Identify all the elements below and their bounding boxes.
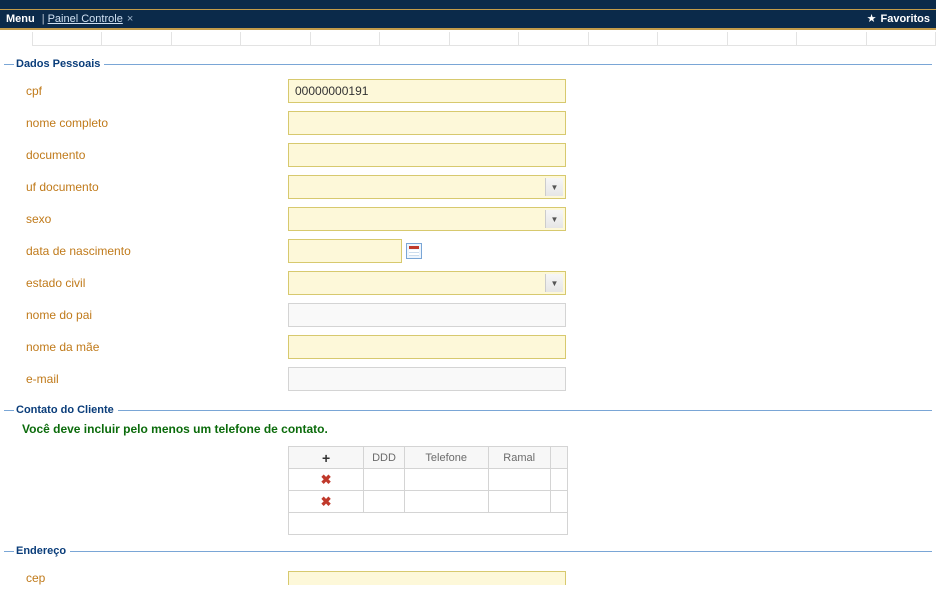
estado-civil-select[interactable]: ▼ <box>288 271 566 295</box>
breadcrumb-link[interactable]: Painel Controle <box>48 13 123 25</box>
nome-mae-field[interactable] <box>288 335 566 359</box>
section-title-contact: Contato do Cliente <box>16 404 114 416</box>
label-email: e-mail <box>24 372 288 386</box>
cep-field[interactable] <box>288 571 566 585</box>
toolbar-button[interactable] <box>241 32 310 46</box>
toolbar-button[interactable] <box>728 32 797 46</box>
label-data-nascimento: data de nascimento <box>24 244 288 258</box>
toolbar-button[interactable] <box>450 32 519 46</box>
delete-row-icon[interactable]: ✖ <box>321 472 332 488</box>
email-field[interactable] <box>288 367 566 391</box>
toolbar-button[interactable] <box>311 32 380 46</box>
toolbar <box>32 30 936 48</box>
chevron-down-icon[interactable]: ▼ <box>545 178 563 196</box>
toolbar-button[interactable] <box>172 32 241 46</box>
favorites-link[interactable]: Favoritos <box>880 13 930 25</box>
col-header-ddd: DDD <box>364 447 405 469</box>
label-nome-mae: nome da mãe <box>24 340 288 354</box>
cpf-field[interactable] <box>288 79 566 103</box>
label-uf-documento: uf documento <box>24 180 288 194</box>
toolbar-button[interactable] <box>658 32 727 46</box>
menu-link[interactable]: Menu <box>6 13 35 25</box>
add-phone-button[interactable]: + <box>322 450 330 466</box>
cell-ramal[interactable] <box>488 491 550 513</box>
label-nome-completo: nome completo <box>24 116 288 130</box>
delete-row-icon[interactable]: ✖ <box>321 494 332 510</box>
toolbar-button[interactable] <box>519 32 588 46</box>
uf-documento-select[interactable]: ▼ <box>288 175 566 199</box>
cell-ddd[interactable] <box>364 469 405 491</box>
label-documento: documento <box>24 148 288 162</box>
contact-hint: Você deve incluir pelo menos um telefone… <box>22 422 932 436</box>
cell-telefone[interactable] <box>404 469 488 491</box>
col-header-telefone: Telefone <box>404 447 488 469</box>
sexo-select[interactable]: ▼ <box>288 207 566 231</box>
phone-table: + DDD Telefone Ramal ✖ ✖ <box>288 446 568 535</box>
separator: | <box>42 13 45 25</box>
nome-completo-field[interactable] <box>288 111 566 135</box>
toolbar-button[interactable] <box>589 32 658 46</box>
cell-telefone[interactable] <box>404 491 488 513</box>
cell-ddd[interactable] <box>364 491 405 513</box>
col-header-ramal: Ramal <box>488 447 550 469</box>
toolbar-button[interactable] <box>32 32 102 46</box>
table-row: ✖ <box>289 469 568 491</box>
top-bar: Menu | Painel Controle × ★ Favoritos <box>0 10 936 29</box>
label-estado-civil: estado civil <box>24 276 288 290</box>
calendar-icon[interactable] <box>406 243 422 259</box>
label-cep: cep <box>24 571 288 585</box>
chevron-down-icon[interactable]: ▼ <box>545 274 563 292</box>
toolbar-button[interactable] <box>380 32 449 46</box>
chevron-down-icon[interactable]: ▼ <box>545 210 563 228</box>
cell-ramal[interactable] <box>488 469 550 491</box>
label-nome-pai: nome do pai <box>24 308 288 322</box>
label-sexo: sexo <box>24 212 288 226</box>
section-title-personal: Dados Pessoais <box>16 58 100 70</box>
toolbar-button[interactable] <box>867 32 936 46</box>
section-title-address: Endereço <box>16 545 66 557</box>
toolbar-button[interactable] <box>797 32 866 46</box>
data-nascimento-field[interactable] <box>288 239 402 263</box>
nome-pai-field[interactable] <box>288 303 566 327</box>
toolbar-button[interactable] <box>102 32 171 46</box>
label-cpf: cpf <box>24 84 288 98</box>
close-tab-icon[interactable]: × <box>127 13 133 25</box>
star-icon: ★ <box>867 12 877 25</box>
documento-field[interactable] <box>288 143 566 167</box>
table-row: ✖ <box>289 491 568 513</box>
